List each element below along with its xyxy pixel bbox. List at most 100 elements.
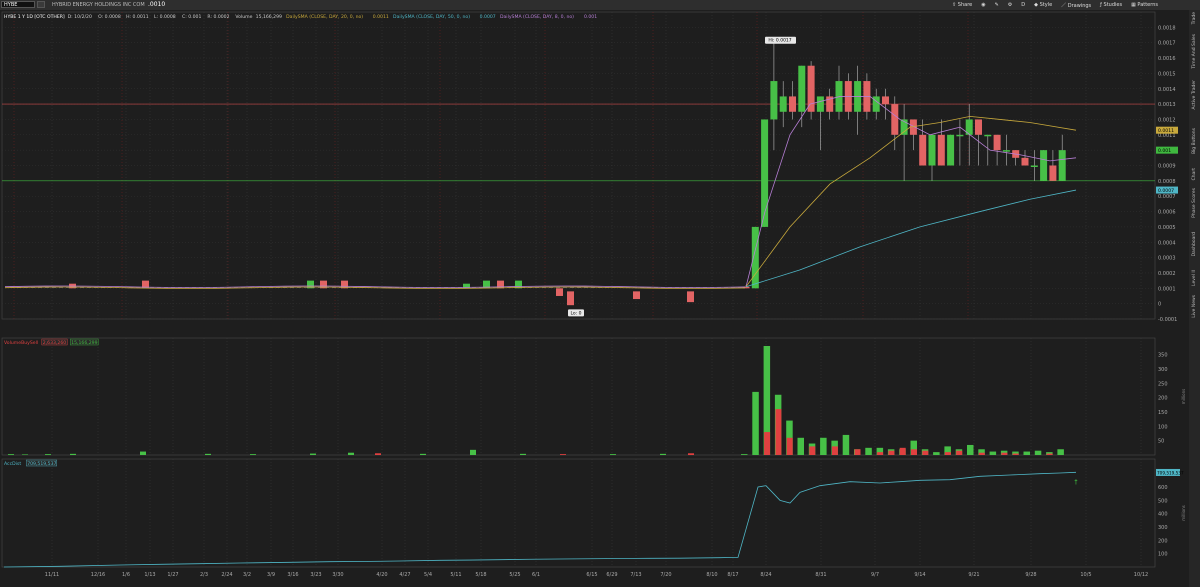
volume-bar-sell[interactable] [877, 452, 884, 455]
sidebar-tab-time-and-sales[interactable]: Time And Sales [1189, 34, 1200, 69]
patterns-button[interactable]: ▦ Patterns [1131, 2, 1158, 8]
chart-area[interactable]: 0.0018 0.0017 0.0016 0.0015 0.0014 0.0013 0.00… [0, 10, 1189, 587]
candle[interactable] [770, 81, 778, 120]
volume-bar[interactable] [348, 452, 354, 455]
candle[interactable] [1002, 150, 1010, 152]
volume-bar-sell[interactable] [888, 450, 895, 455]
volume-bar[interactable] [310, 453, 316, 455]
volume-bar[interactable] [22, 454, 28, 455]
candle[interactable] [807, 65, 815, 112]
candle[interactable] [816, 96, 824, 112]
volume-bar[interactable] [250, 454, 256, 455]
sidebar-tab-live-news[interactable]: Live News [1189, 295, 1200, 318]
volume-bar[interactable] [140, 451, 146, 455]
volume-bar-sell[interactable] [1012, 453, 1019, 455]
camera-icon[interactable]: ◉ [981, 2, 985, 8]
volume-bar-buy[interactable] [1023, 451, 1031, 455]
candle[interactable] [687, 291, 694, 303]
aggregation-button[interactable]: D [1021, 2, 1025, 8]
candle[interactable] [937, 134, 945, 166]
sidebar-tab-active-trader[interactable]: Active Trader [1189, 80, 1200, 110]
candle[interactable] [1021, 157, 1029, 166]
candle[interactable] [1030, 165, 1038, 168]
volume-bar-sell[interactable] [809, 446, 816, 455]
sidebar-tab-phase-scores[interactable]: Phase Scores [1189, 188, 1200, 218]
volume-bar-buy[interactable] [752, 391, 759, 455]
style-button[interactable]: ◆ Style [1034, 2, 1052, 8]
volume-bar[interactable] [560, 454, 566, 455]
favorite-icon[interactable]: ✎ [995, 2, 999, 8]
candle[interactable] [993, 134, 1001, 151]
candle[interactable] [1049, 165, 1057, 181]
candle[interactable] [1058, 150, 1066, 181]
volume-bar-buy[interactable] [865, 447, 872, 455]
volume-bar-buy[interactable] [933, 452, 940, 455]
sidebar-tab-level-ii[interactable]: Level II [1189, 270, 1200, 286]
volume-bar-buy[interactable] [989, 451, 997, 455]
settings-icon[interactable]: ⚙ [1008, 2, 1012, 8]
candle[interactable] [567, 291, 574, 306]
volume-bar[interactable] [8, 454, 14, 455]
candle[interactable] [556, 288, 563, 296]
volume-bar-sell[interactable] [831, 446, 838, 455]
volume-bar-buy[interactable] [967, 444, 974, 455]
volume-bar-buy[interactable] [820, 437, 827, 455]
candle[interactable] [947, 134, 955, 166]
volume-bar[interactable] [420, 453, 426, 455]
volume-bar-sell[interactable] [854, 449, 861, 455]
volume-bar-sell[interactable] [922, 450, 929, 455]
candle[interactable] [928, 134, 936, 166]
candle[interactable] [975, 119, 982, 135]
volume-bar-sell[interactable] [899, 447, 906, 455]
price-panel[interactable]: 0.0018 0.0017 0.0016 0.0015 0.0014 0.0013 0.00… [1, 11, 1178, 323]
sidebar-tab-chart[interactable]: Chart [1189, 168, 1200, 180]
candle[interactable] [1040, 150, 1048, 181]
volume-bar-sell[interactable] [764, 432, 771, 455]
volume-bar[interactable] [205, 453, 211, 455]
volume-bar[interactable] [610, 454, 616, 455]
candle[interactable] [984, 134, 992, 137]
sidebar-tab-big-buttons[interactable]: Big Buttons [1189, 128, 1200, 154]
volume-bar[interactable] [470, 449, 476, 455]
volume-bar-sell[interactable] [786, 437, 793, 455]
candle[interactable] [789, 96, 796, 112]
candle[interactable] [751, 226, 759, 289]
volume-bar[interactable] [70, 453, 76, 455]
volume-bar-sell[interactable] [944, 452, 951, 455]
candle[interactable] [798, 65, 806, 112]
symbol-dropdown-button[interactable] [37, 1, 45, 8]
candle[interactable] [779, 96, 787, 112]
volume-bar-sell[interactable] [1001, 452, 1008, 455]
accdist-panel[interactable]: 700600500400300200100AccDist709,519,5377… [1, 458, 1186, 568]
candle[interactable] [761, 119, 769, 227]
volume-bar[interactable] [660, 453, 666, 455]
share-button[interactable]: ⇪ Share [952, 2, 972, 8]
candle[interactable] [919, 134, 927, 166]
studies-button[interactable]: ƒ Studies [1100, 2, 1122, 8]
candle[interactable] [882, 96, 889, 105]
sidebar-tab-dashboard[interactable]: Dashboard [1189, 232, 1200, 256]
volume-bar[interactable] [520, 453, 526, 455]
volume-bar-sell[interactable] [978, 452, 985, 455]
candle[interactable] [872, 96, 880, 112]
candle[interactable] [956, 134, 964, 137]
volume-bar-sell[interactable] [775, 409, 782, 455]
volume-bar[interactable] [45, 454, 51, 455]
volume-bar-buy[interactable] [797, 437, 805, 455]
drawings-button[interactable]: ／ Drawings [1061, 2, 1091, 9]
price-y-tick: -0.0001 [1158, 317, 1177, 323]
volume-bar-buy[interactable] [741, 454, 748, 455]
volume-bar-buy[interactable] [842, 434, 850, 455]
sidebar-tab-trade[interactable]: Trade [1189, 12, 1200, 24]
volume-bar[interactable] [688, 453, 694, 455]
volume-bar-sell[interactable] [1046, 453, 1053, 455]
volume-bar-buy[interactable] [1057, 449, 1064, 455]
candle[interactable] [891, 104, 899, 135]
symbol-input[interactable]: HYBE [1, 1, 35, 8]
volume-panel[interactable]: 350 300 250 200 150 100 50 VolumeBuySell 2,633,2… [1, 337, 1186, 456]
candle[interactable] [633, 291, 640, 300]
volume-bar-sell[interactable] [911, 449, 917, 455]
volume-bar-sell[interactable] [956, 450, 963, 455]
volume-bar[interactable] [375, 453, 381, 455]
volume-bar-buy[interactable] [1034, 450, 1042, 455]
